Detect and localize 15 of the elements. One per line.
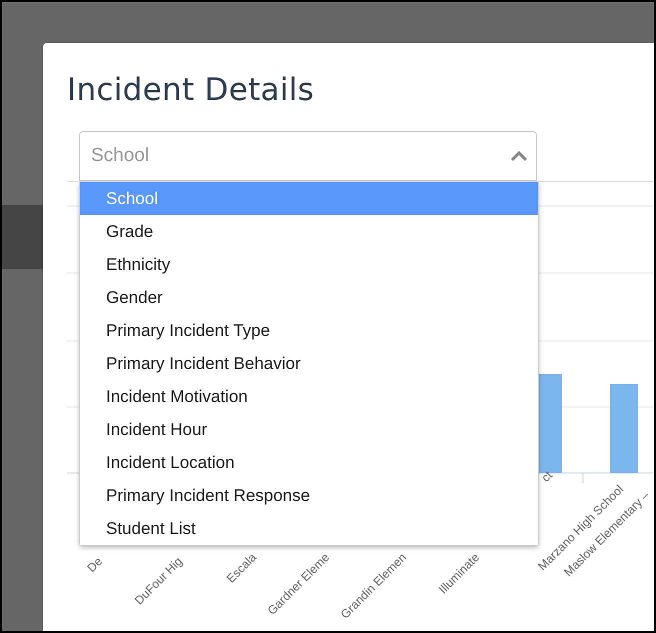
dropdown-option[interactable]: Primary Incident Behavior xyxy=(80,347,538,380)
dropdown-option[interactable]: Grade xyxy=(80,215,538,248)
dropdown-option[interactable]: Gender xyxy=(80,281,538,314)
dropdown-option[interactable]: Incident Motivation xyxy=(80,380,538,413)
dropdown-option[interactable]: Primary Incident Response xyxy=(80,479,538,512)
dropdown-option[interactable]: Student List xyxy=(80,512,538,545)
dialog-title: Incident Details xyxy=(67,71,316,109)
dropdown-option[interactable]: Incident Hour xyxy=(80,413,538,446)
dropdown-option[interactable]: Primary Incident Type xyxy=(80,314,538,347)
dropdown-option[interactable]: Ethnicity xyxy=(80,248,538,281)
backdrop-band xyxy=(2,205,43,269)
axis-label: De xyxy=(84,554,106,575)
axis-label: ct xyxy=(538,468,556,485)
caret-icon xyxy=(510,150,528,162)
dropdown-option[interactable]: Incident Location xyxy=(80,446,538,479)
